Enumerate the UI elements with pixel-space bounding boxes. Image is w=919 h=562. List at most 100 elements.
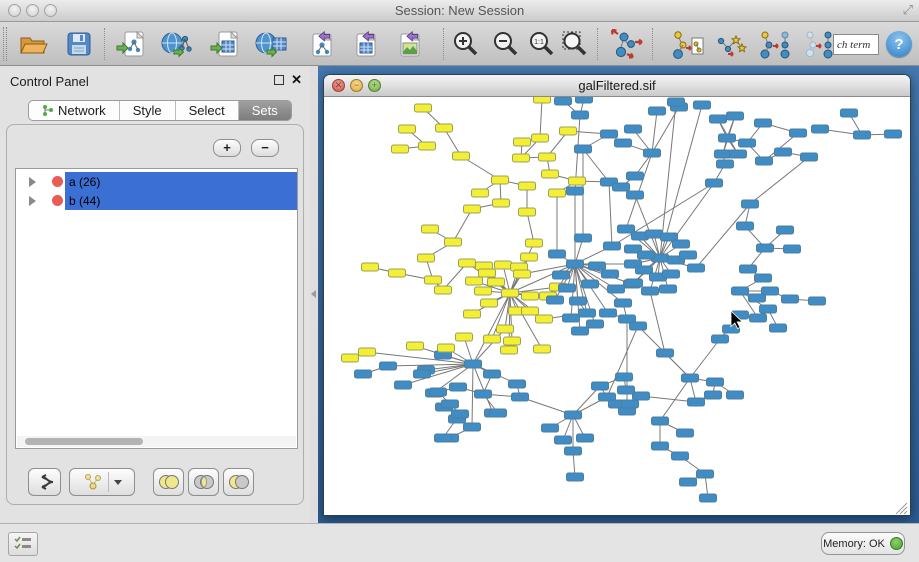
- network-node[interactable]: [435, 434, 452, 442]
- network-node[interactable]: [414, 370, 431, 378]
- network-node[interactable]: [415, 104, 432, 112]
- export-network-button[interactable]: [300, 26, 338, 62]
- network-node[interactable]: [749, 294, 766, 302]
- network-node[interactable]: [625, 125, 642, 133]
- collapse-panel-icon[interactable]: [311, 290, 316, 298]
- network-node[interactable]: [481, 299, 498, 307]
- network-node[interactable]: [739, 139, 756, 147]
- network-node[interactable]: [472, 189, 489, 197]
- network-node[interactable]: [775, 148, 792, 156]
- network-node[interactable]: [522, 307, 539, 315]
- network-node[interactable]: [389, 269, 406, 277]
- network-node[interactable]: [841, 109, 858, 117]
- network-node[interactable]: [622, 400, 639, 408]
- network-node[interactable]: [737, 222, 754, 230]
- network-node[interactable]: [680, 251, 697, 259]
- close-panel-icon[interactable]: ✕: [291, 72, 302, 88]
- network-node[interactable]: [615, 299, 632, 307]
- network-node[interactable]: [630, 322, 647, 330]
- network-node[interactable]: [359, 348, 376, 356]
- network-node[interactable]: [627, 191, 644, 199]
- tab-sets[interactable]: Sets: [239, 101, 291, 120]
- network-node[interactable]: [589, 262, 606, 270]
- network-node[interactable]: [419, 142, 436, 150]
- search-input[interactable]: [833, 34, 879, 55]
- zoom-in-button[interactable]: [447, 26, 485, 62]
- network-node[interactable]: [514, 138, 531, 146]
- network-node[interactable]: [464, 423, 481, 431]
- network-node[interactable]: [757, 244, 774, 252]
- network-node[interactable]: [380, 362, 397, 370]
- apply-layout-button[interactable]: [608, 26, 646, 62]
- resize-grip-icon[interactable]: [896, 503, 907, 514]
- network-node[interactable]: [572, 327, 589, 335]
- open-session-button[interactable]: [14, 26, 52, 62]
- add-set-button[interactable]: +: [213, 139, 241, 157]
- network-node[interactable]: [712, 335, 729, 343]
- new-network-from-selection-button[interactable]: [668, 26, 706, 62]
- network-node[interactable]: [688, 264, 705, 272]
- expand-triangle-icon[interactable]: [29, 196, 36, 206]
- network-node[interactable]: [633, 392, 650, 400]
- network-node[interactable]: [418, 254, 435, 262]
- network-node[interactable]: [812, 125, 829, 133]
- network-node[interactable]: [706, 179, 723, 187]
- network-node[interactable]: [549, 189, 566, 197]
- network-node[interactable]: [555, 436, 572, 444]
- network-node[interactable]: [608, 285, 625, 293]
- intersect-sets-button[interactable]: [188, 468, 219, 496]
- network-node[interactable]: [616, 373, 633, 381]
- network-node[interactable]: [549, 250, 566, 258]
- network-node[interactable]: [587, 320, 604, 328]
- save-session-button[interactable]: [60, 26, 98, 62]
- network-node[interactable]: [502, 289, 519, 297]
- network-node[interactable]: [519, 208, 536, 216]
- union-sets-button[interactable]: [153, 468, 184, 496]
- network-node[interactable]: [539, 153, 556, 161]
- network-node[interactable]: [567, 260, 584, 268]
- set-row-b[interactable]: b (44): [16, 191, 297, 210]
- network-node[interactable]: [495, 261, 512, 269]
- network-node[interactable]: [646, 230, 663, 238]
- network-node[interactable]: [657, 349, 674, 357]
- import-table-from-file-button[interactable]: [206, 26, 244, 62]
- difference-sets-button[interactable]: [223, 468, 254, 496]
- network-node[interactable]: [565, 411, 582, 419]
- network-node[interactable]: [563, 314, 580, 322]
- network-node[interactable]: [784, 245, 801, 253]
- tab-network[interactable]: Network: [29, 101, 120, 120]
- zoom-out-button[interactable]: [487, 26, 525, 62]
- network-node[interactable]: [532, 134, 549, 142]
- network-node[interactable]: [668, 98, 685, 106]
- network-node[interactable]: [677, 429, 694, 437]
- help-button[interactable]: ?: [886, 31, 912, 57]
- network-node[interactable]: [521, 253, 538, 261]
- network-node[interactable]: [740, 265, 757, 273]
- network-node[interactable]: [660, 285, 677, 293]
- network-node[interactable]: [600, 309, 617, 317]
- network-node[interactable]: [697, 470, 714, 478]
- dropdown-arrow-icon[interactable]: [114, 480, 122, 485]
- network-node[interactable]: [688, 398, 705, 406]
- network-node[interactable]: [636, 266, 653, 274]
- network-node[interactable]: [663, 270, 680, 278]
- network-node[interactable]: [652, 417, 669, 425]
- network-node[interactable]: [694, 101, 711, 109]
- network-node[interactable]: [475, 287, 492, 295]
- network-node[interactable]: [501, 346, 518, 354]
- network-node[interactable]: [342, 354, 359, 362]
- memory-status-button[interactable]: Memory: OK: [821, 532, 905, 555]
- network-node[interactable]: [615, 139, 632, 147]
- network-node[interactable]: [522, 292, 539, 300]
- network-node[interactable]: [715, 150, 732, 158]
- tab-select[interactable]: Select: [176, 101, 239, 120]
- import-table-from-url-button[interactable]: [252, 26, 290, 62]
- network-node[interactable]: [618, 225, 635, 233]
- network-node[interactable]: [638, 251, 655, 259]
- network-node[interactable]: [534, 97, 551, 103]
- network-frame-titlebar[interactable]: ✕ − + galFiltered.sif: [324, 75, 910, 97]
- network-node[interactable]: [567, 187, 584, 195]
- split-set-button[interactable]: [28, 468, 61, 496]
- network-node[interactable]: [575, 234, 592, 242]
- network-node[interactable]: [577, 434, 594, 442]
